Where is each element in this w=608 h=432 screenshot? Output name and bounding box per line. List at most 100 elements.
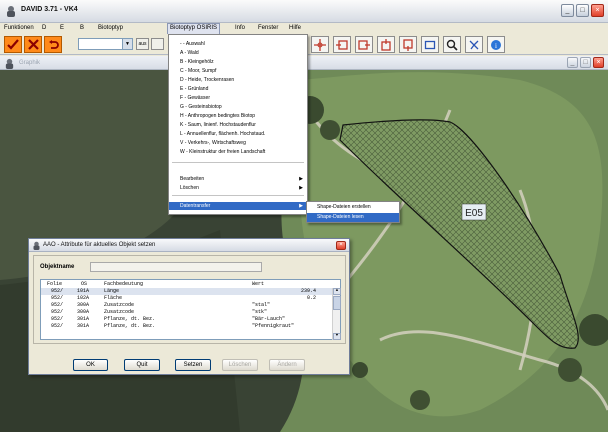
ok-button[interactable]: OK: [73, 359, 108, 371]
cell-folie: 952/: [51, 309, 64, 315]
dropdown-separator: [172, 195, 304, 196]
objektname-field[interactable]: [90, 262, 262, 272]
undo-button[interactable]: [44, 36, 62, 53]
cancel-button[interactable]: [24, 36, 42, 53]
menu-info[interactable]: Info: [233, 25, 247, 31]
insert-top-icon: [381, 38, 391, 51]
menu-hilfe[interactable]: Hilfe: [287, 25, 303, 31]
layers-button[interactable]: [465, 36, 483, 53]
loeschen-label: Löschen: [180, 185, 199, 191]
dropdown-item-heide[interactable]: D - Heide, Trockenrasen: [169, 76, 307, 84]
cell-folie: 952/: [51, 295, 64, 301]
graphik-minimize-button[interactable]: _: [567, 57, 578, 68]
minimize-button[interactable]: _: [561, 4, 574, 17]
scroll-down-icon[interactable]: ▼: [333, 333, 341, 340]
table-row[interactable]: 952/ 101A Länge 239.4: [41, 288, 333, 295]
dropdown-item-gruenland[interactable]: E - Grünland: [169, 85, 307, 93]
insert-bottom-button[interactable]: [399, 36, 417, 53]
table-row[interactable]: 952/ 102A Fläche 0.2: [41, 295, 333, 302]
menu-d[interactable]: D: [40, 25, 48, 31]
dropdown-item-wald[interactable]: A - Wald: [169, 49, 307, 57]
dialog-close-button[interactable]: ×: [336, 241, 346, 250]
dropdown-item-auswahl[interactable]: - - Auswahl: [169, 40, 307, 48]
cell-fachbedeutung: Zusatzcode: [104, 309, 135, 315]
insert-top-button[interactable]: [377, 36, 395, 53]
submenu-item-shape-erstellen[interactable]: Shape-Dateien erstellen: [307, 203, 399, 212]
col-wert: Wert: [252, 281, 265, 287]
table-row[interactable]: 952/ 301A Pflanze, dt. Bez. "Pfennigkrau…: [41, 323, 333, 330]
table-row[interactable]: 952/ 300A Zusatzcode "stal": [41, 302, 333, 309]
submenu-arrow-icon: ▶: [299, 203, 303, 209]
toolbar-combo[interactable]: ▼: [78, 38, 133, 50]
dropdown-item-bearbeiten[interactable]: Bearbeiten ▶: [169, 175, 307, 183]
menu-biotoptyp[interactable]: Biotoptyp: [96, 25, 125, 31]
graphik-maximize-button[interactable]: □: [580, 57, 591, 68]
dropdown-item-anthropogen[interactable]: H - Anthropogen bedingtes Biotop: [169, 112, 307, 120]
map-polygon-label: E05: [465, 208, 483, 219]
insert-right-button[interactable]: [355, 36, 373, 53]
dropdown-item-loeschen[interactable]: Löschen ▶: [169, 184, 307, 192]
setzen-button[interactable]: Setzen: [175, 359, 211, 371]
dropdown-item-kleingehoelz[interactable]: B - Kleingehölz: [169, 58, 307, 66]
submenu-arrow-icon: ▶: [299, 185, 303, 191]
scroll-thumb[interactable]: [333, 296, 341, 310]
submenu-arrow-icon: ▶: [299, 176, 303, 182]
check-button[interactable]: [4, 36, 22, 53]
maximize-button[interactable]: □: [576, 4, 589, 17]
dropdown-item-gesteinsbiotop[interactable]: G - Gesteinsbiotop: [169, 103, 307, 111]
loeschen-button[interactable]: Löschen: [222, 359, 258, 371]
menu-fenster[interactable]: Fenster: [256, 25, 280, 31]
cell-os: 300A: [77, 309, 90, 315]
svg-text:i: i: [495, 42, 497, 50]
insert-left-button[interactable]: [333, 36, 351, 53]
cell-os: 301A: [77, 316, 90, 322]
dialog-title: AAO - Attribute für aktuelles Objekt set…: [43, 242, 156, 248]
menu-funktionen[interactable]: Funktionen: [2, 25, 36, 31]
cell-folie: 952/: [51, 323, 64, 329]
cell-os: 101A: [77, 288, 90, 294]
layers-icon: [469, 40, 479, 49]
dropdown-item-kleinstruktur[interactable]: W - Kleinstruktur der freien Landschaft: [169, 148, 307, 156]
cell-folie: 952/: [51, 288, 64, 294]
table-row[interactable]: 952/ 301A Pflanze, dt. Bez. "Bär-Lauch": [41, 316, 333, 323]
dropdown-item-datentransfer[interactable]: Datentransfer ▶: [169, 202, 307, 210]
check-icon: [7, 39, 19, 50]
aendern-button[interactable]: Ändern: [269, 359, 305, 371]
attribute-table[interactable]: Folie OS Fachbedeutung Wert 952/ 101A Lä…: [40, 279, 341, 340]
zoom-button[interactable]: [443, 36, 461, 53]
cell-wert: 239.4: [301, 288, 317, 294]
dropdown-separator: [172, 162, 304, 163]
submenu-item-shape-lesen[interactable]: Shape-Dateien lesen: [307, 213, 399, 222]
objektname-label: Objektname: [40, 264, 75, 270]
table-scrollbar[interactable]: ▲ ▼: [332, 288, 341, 340]
col-folie: Folie: [47, 281, 63, 287]
toolbar-small-button[interactable]: [151, 38, 164, 50]
graphik-close-button[interactable]: ×: [593, 57, 604, 68]
move-button[interactable]: [311, 36, 329, 53]
rectangle-button[interactable]: [421, 36, 439, 53]
info-button[interactable]: i: [487, 36, 505, 53]
dropdown-item-gewaesser[interactable]: F - Gewässer: [169, 94, 307, 102]
graphik-title: Graphik: [19, 60, 41, 66]
chevron-down-icon[interactable]: ▼: [122, 39, 132, 49]
insert-right-icon: [358, 39, 370, 50]
menu-e[interactable]: E: [58, 25, 66, 31]
cell-wert: "stk": [252, 309, 268, 315]
close-button[interactable]: ×: [591, 4, 604, 17]
rectangle-icon: [424, 40, 436, 49]
dropdown-item-verkehrsweg[interactable]: V - Verkehrs-, Wirtschaftsweg: [169, 139, 307, 147]
dropdown-item-saum[interactable]: K - Saum, linienf. Hochstaudenflur: [169, 121, 307, 129]
scroll-up-icon[interactable]: ▲: [333, 288, 341, 295]
cell-os: 301A: [77, 323, 90, 329]
quit-button[interactable]: Quit: [124, 359, 160, 371]
dropdown-item-annuellenflur[interactable]: L - Annuellenflur, flächenh. Hochstaud.: [169, 130, 307, 138]
table-row[interactable]: 952/ 300A Zusatzcode "stk": [41, 309, 333, 316]
cell-wert: 0.2: [307, 295, 317, 301]
aus-button[interactable]: aus: [136, 38, 149, 50]
menu-b[interactable]: B: [78, 25, 86, 31]
biotoptyp-osiris-dropdown: - - Auswahl A - Wald B - Kleingehölz C -…: [168, 34, 308, 215]
bearbeiten-label: Bearbeiten: [180, 176, 205, 182]
menu-biotoptyp-osiris[interactable]: Biotoptyp OSIRIS: [166, 23, 221, 35]
cell-wert: "stal": [252, 302, 271, 308]
dropdown-item-moor[interactable]: C - Moor, Sumpf: [169, 67, 307, 75]
